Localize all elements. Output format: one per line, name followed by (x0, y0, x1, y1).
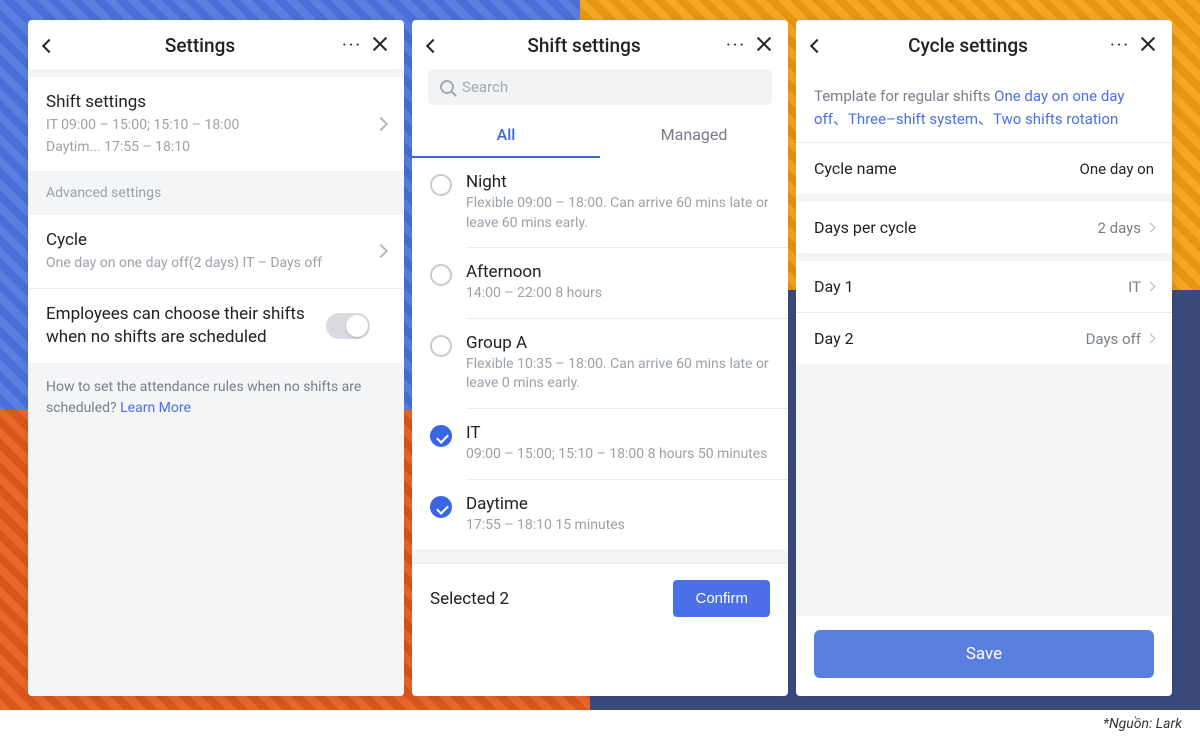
chevron-right-icon (374, 244, 388, 258)
shift-desc: 09:00 – 15:00; 15:10 – 18:00 8 hours 50 … (466, 445, 770, 465)
day1-row[interactable]: Day 1 IT (796, 261, 1172, 312)
more-button[interactable]: ··· (722, 35, 750, 56)
radio-icon[interactable] (430, 174, 452, 196)
shift-row[interactable]: Afternoon14:00 – 22:00 8 hours (412, 248, 788, 318)
shift-settings-label: Shift settings (46, 91, 376, 114)
day-label: Day 2 (814, 329, 1086, 348)
close-button[interactable] (750, 36, 772, 56)
shift-name: Group A (466, 333, 770, 353)
tab-all[interactable]: All (412, 115, 600, 158)
cycle-sub: One day on one day off(2 days) IT – Days… (46, 254, 376, 274)
days-per-cycle-value: 2 days (1098, 219, 1142, 237)
close-button[interactable] (366, 36, 388, 56)
shift-row[interactable]: IT09:00 – 15:00; 15:10 – 18:00 8 hours 5… (412, 409, 788, 479)
day-value: Days off (1086, 330, 1141, 348)
settings-panel: Settings ··· Shift settings IT 09:00 – 1… (28, 20, 404, 696)
back-button[interactable] (44, 36, 62, 55)
more-button[interactable]: ··· (1106, 35, 1134, 56)
shift-settings-row[interactable]: Shift settings IT 09:00 – 15:00; 15:10 –… (28, 77, 404, 171)
shift-desc: Flexible 10:35 – 18:00. Can arrive 60 mi… (466, 355, 770, 394)
shift-settings-line: Daytim... 17:55 – 18:10 (46, 138, 376, 158)
shift-desc: 14:00 – 22:00 8 hours (466, 284, 770, 304)
learn-more-link[interactable]: Learn More (120, 400, 191, 416)
cycle-name-value: One day on (1080, 160, 1154, 178)
selected-count: Selected 2 (430, 589, 673, 609)
shift-settings-line: IT 09:00 – 15:00; 15:10 – 18:00 (46, 116, 376, 136)
panel-title: Cycle settings (830, 34, 1106, 57)
cycle-label: Cycle (46, 229, 376, 252)
close-icon (372, 36, 388, 52)
cycle-name-row[interactable]: Cycle name One day on (796, 143, 1172, 194)
shift-name: Night (466, 172, 770, 192)
chevron-right-icon (1146, 223, 1156, 233)
day-value: IT (1128, 278, 1141, 296)
back-button[interactable] (812, 36, 830, 55)
more-button[interactable]: ··· (338, 35, 366, 56)
template-prefix: Template for regular shifts (814, 87, 994, 105)
days-per-cycle-label: Days per cycle (814, 218, 1098, 237)
radio-icon[interactable] (430, 264, 452, 286)
close-button[interactable] (1134, 36, 1156, 56)
chevron-left-icon (426, 39, 440, 53)
chevron-right-icon (374, 117, 388, 131)
shift-row[interactable]: Group AFlexible 10:35 – 18:00. Can arriv… (412, 319, 788, 408)
advanced-settings-header: Advanced settings (28, 171, 404, 215)
info-box: How to set the attendance rules when no … (28, 363, 404, 433)
template-note: Template for regular shifts One day on o… (796, 69, 1172, 142)
shift-name: Daytime (466, 494, 770, 514)
checkmark-icon[interactable] (430, 425, 452, 447)
chevron-right-icon (1146, 282, 1156, 292)
shift-list: NightFlexible 09:00 – 18:00. Can arrive … (412, 158, 788, 549)
panel-title: Settings (62, 34, 338, 57)
confirm-button[interactable]: Confirm (673, 580, 770, 617)
save-button[interactable]: Save (814, 630, 1154, 678)
shift-row[interactable]: Daytime17:55 – 18:10 15 minutes (412, 480, 788, 550)
search-placeholder: Search (462, 78, 508, 96)
chevron-left-icon (810, 39, 824, 53)
employee-choose-row: Employees can choose their shifts when n… (28, 289, 404, 363)
shift-row[interactable]: NightFlexible 09:00 – 18:00. Can arrive … (412, 158, 788, 247)
panel-title: Shift settings (446, 34, 722, 57)
back-button[interactable] (428, 36, 446, 55)
shift-name: IT (466, 423, 770, 443)
shift-desc: 17:55 – 18:10 15 minutes (466, 516, 770, 536)
search-input[interactable]: Search (428, 69, 772, 105)
source-footer: *Nguồn: Lark (1103, 716, 1182, 732)
radio-icon[interactable] (430, 335, 452, 357)
employee-choose-toggle[interactable] (326, 313, 370, 339)
shift-settings-panel: Shift settings ··· Search All Managed Ni… (412, 20, 788, 696)
day2-row[interactable]: Day 2 Days off (796, 313, 1172, 364)
checkmark-icon[interactable] (430, 496, 452, 518)
shift-desc: Flexible 09:00 – 18:00. Can arrive 60 mi… (466, 194, 770, 233)
info-text: How to set the attendance rules when no … (46, 379, 361, 416)
chevron-right-icon (1146, 334, 1156, 344)
close-icon (1140, 36, 1156, 52)
tab-managed[interactable]: Managed (600, 115, 788, 158)
cycle-name-label: Cycle name (814, 159, 1080, 178)
cycle-settings-panel: Cycle settings ··· Template for regular … (796, 20, 1172, 696)
employee-choose-label: Employees can choose their shifts when n… (46, 303, 326, 349)
shift-name: Afternoon (466, 262, 770, 282)
search-icon (440, 80, 454, 94)
chevron-left-icon (42, 39, 56, 53)
close-icon (756, 36, 772, 52)
days-per-cycle-row[interactable]: Days per cycle 2 days (796, 202, 1172, 253)
day-label: Day 1 (814, 277, 1128, 296)
cycle-row[interactable]: Cycle One day on one day off(2 days) IT … (28, 215, 404, 288)
